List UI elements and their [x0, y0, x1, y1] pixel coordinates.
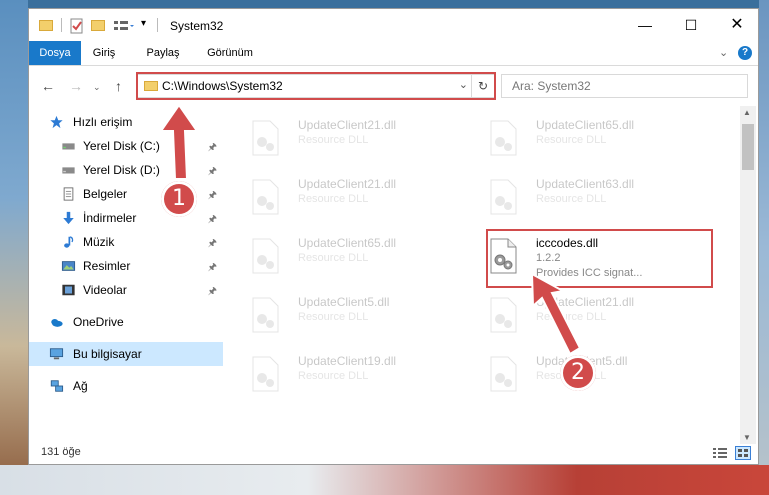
step-1-badge: 1	[161, 181, 197, 217]
step-2-badge: 2	[560, 355, 596, 391]
explorer-window: ▾ System32 — ☐ ✕ Dosya Giriş Paylaş Görü…	[28, 8, 759, 465]
desktop-background-left	[0, 0, 28, 495]
desktop-background-bottom	[0, 465, 769, 495]
annotation-arrows	[159, 103, 582, 356]
desktop-background-right	[759, 0, 769, 495]
